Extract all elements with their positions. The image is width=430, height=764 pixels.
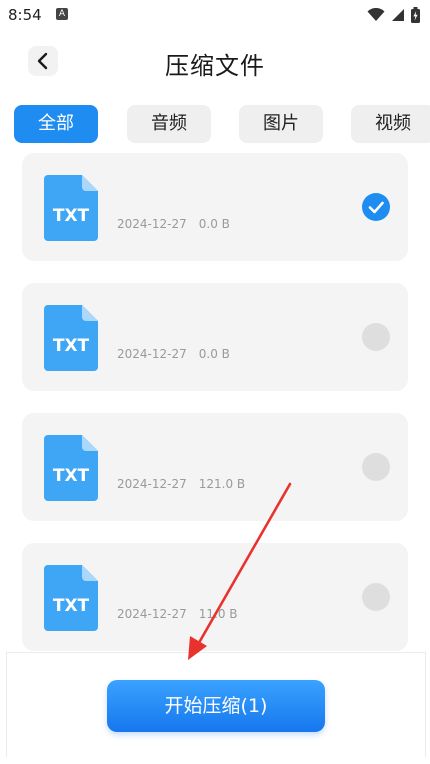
checkmark-icon	[368, 201, 384, 214]
file-meta: 2024-12-27 11.0 B	[117, 607, 238, 621]
wifi-icon	[367, 8, 385, 21]
file-card[interactable]: TXT 2024-12-27 0.0 B	[22, 153, 408, 261]
status-time: 8:54	[8, 6, 42, 24]
file-type-label: TXT	[53, 206, 90, 226]
txt-file-icon: TXT	[44, 175, 98, 241]
select-checkbox[interactable]	[362, 583, 390, 611]
select-checkbox[interactable]	[362, 323, 390, 351]
file-size: 121.0 B	[198, 477, 246, 491]
file-card[interactable]: TXT 2024-12-27 121.0 B	[22, 413, 408, 521]
file-type-label: TXT	[53, 596, 90, 616]
bottom-action-panel: 开始压缩(1)	[6, 652, 426, 757]
file-date: 2024-12-27	[117, 217, 187, 231]
start-compress-button[interactable]: 开始压缩(1)	[107, 680, 325, 732]
file-date: 2024-12-27	[117, 477, 187, 491]
txt-file-icon: TXT	[44, 565, 98, 631]
file-meta: 2024-12-27 0.0 B	[117, 217, 230, 231]
category-tabs: 全部 音频 图片 视频	[14, 105, 430, 143]
txt-file-icon: TXT	[44, 305, 98, 371]
file-card[interactable]: TXT 2024-12-27 11.0 B	[22, 543, 408, 651]
select-checkbox[interactable]	[362, 453, 390, 481]
notification-icon: A	[56, 8, 68, 20]
select-checkbox-checked[interactable]	[362, 193, 390, 221]
file-type-label: TXT	[53, 466, 90, 486]
file-type-label: TXT	[53, 336, 90, 356]
status-icons	[367, 7, 420, 23]
header: 压缩文件	[0, 36, 430, 90]
file-meta: 2024-12-27 0.0 B	[117, 347, 230, 361]
file-size: 11.0 B	[198, 607, 238, 621]
file-size: 0.0 B	[198, 217, 230, 231]
file-size: 0.0 B	[198, 347, 230, 361]
file-card[interactable]: TXT 2024-12-27 0.0 B	[22, 283, 408, 391]
tab-video[interactable]: 视频	[351, 105, 430, 143]
file-date: 2024-12-27	[117, 347, 187, 361]
tab-all[interactable]: 全部	[14, 105, 98, 143]
file-meta: 2024-12-27 121.0 B	[117, 477, 245, 491]
page-title: 压缩文件	[165, 52, 265, 80]
tab-images[interactable]: 图片	[239, 105, 323, 143]
tab-audio[interactable]: 音频	[127, 105, 211, 143]
status-bar: 8:54 A	[0, 0, 430, 30]
signal-icon	[392, 9, 404, 21]
battery-icon	[411, 7, 420, 23]
txt-file-icon: TXT	[44, 435, 98, 501]
file-date: 2024-12-27	[117, 607, 187, 621]
